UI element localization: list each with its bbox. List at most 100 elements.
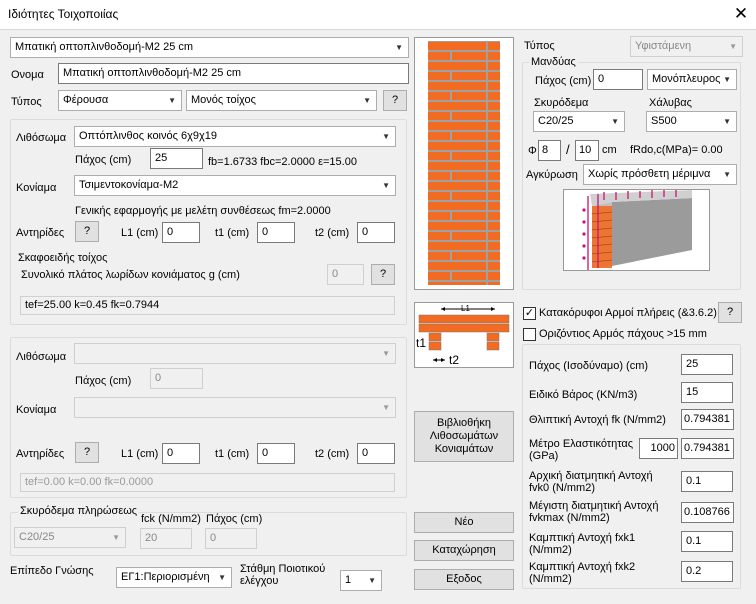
chevron-down-icon: ▼ <box>218 573 226 582</box>
fk-label: Θλιπτική Αντοχή fk (N/mm2) <box>529 414 666 426</box>
existing-type-select[interactable]: Υφιστάμενη ▼ <box>630 36 743 57</box>
window-title: Ιδιότητες Τοιχοποιίας <box>8 7 119 21</box>
t1-2-input[interactable]: 0 <box>257 443 295 464</box>
vertical-joints-label: Κατακόρυφοι Αρμοί πλήρεις (&3.6.2) <box>539 307 717 319</box>
right-type-label: Τύπος <box>524 40 555 52</box>
infill-thickness-input[interactable]: 0 <box>205 528 257 549</box>
chevron-down-icon: ▼ <box>382 181 390 190</box>
save-button[interactable]: Καταχώρηση <box>414 540 514 561</box>
t2-label: t2 (cm) <box>315 227 350 239</box>
t1-label: t1 (cm) <box>215 227 250 239</box>
slash: / <box>566 142 570 157</box>
l1-2-input[interactable]: 0 <box>162 443 200 464</box>
t1-input[interactable]: 0 <box>257 222 295 243</box>
chevron-down-icon: ▼ <box>363 96 371 105</box>
fxk2-input[interactable]: 0.2 <box>681 561 733 582</box>
exit-button[interactable]: Εξοδος <box>414 569 514 590</box>
mortar-select[interactable]: Τσιμεντοκονίαμα-Μ2 ▼ <box>74 175 396 196</box>
unit-weight-input[interactable]: 15 <box>681 382 733 403</box>
jacket-steel-label: Χάλυβας <box>649 97 692 109</box>
t2-input[interactable]: 0 <box>357 222 395 243</box>
unit-weight-label: Ειδικό Βάρος (KN/m3) <box>529 389 638 401</box>
cavity-help-button[interactable]: ? <box>371 264 395 285</box>
fck-input[interactable]: 20 <box>140 528 192 549</box>
jacket-concrete-select[interactable]: C20/25 ▼ <box>533 111 625 132</box>
wall-select[interactable]: Μονός τοίχος ▼ <box>186 90 377 111</box>
layer2-result: tef=0.00 k=0.00 fk=0.0000 <box>20 473 395 492</box>
jacket-image <box>563 189 710 271</box>
type-label: Τύπος <box>11 96 42 108</box>
chevron-down-icon: ▼ <box>382 403 390 412</box>
chevron-down-icon: ▼ <box>611 117 619 126</box>
mortar-label: Κονίαμα <box>16 182 57 194</box>
eq-thickness-input[interactable]: 25 <box>681 354 733 375</box>
bar-spacing-input[interactable]: 10 <box>575 140 599 161</box>
fxk1-input[interactable]: 0.1 <box>681 531 733 552</box>
t2-2-input[interactable]: 0 <box>357 443 395 464</box>
type-help-button[interactable]: ? <box>383 90 407 111</box>
knowledge-level-select[interactable]: ΕΓ1:Περιορισμένη ▼ <box>116 567 232 588</box>
jacket-thickness-input[interactable]: 0 <box>593 69 643 90</box>
frdo-value: fRdo,c(MPa)= 0.00 <box>630 144 723 156</box>
chevron-down-icon: ▼ <box>395 43 403 52</box>
close-button[interactable]: ✕ <box>731 3 751 25</box>
elastic-modulus-label: Μέτρο Ελαστικότητας (GPa) <box>529 438 634 462</box>
l1-input[interactable]: 0 <box>162 222 200 243</box>
preset-select[interactable]: Μπατική οπτοπλινθοδομή-Μ2 25 cm ▼ <box>10 37 409 58</box>
fxk1-label: Καμπτική Αντοχή fxk1 (N/mm2) <box>529 532 636 556</box>
unit2-select[interactable]: ▼ <box>74 343 396 364</box>
fck-label: fck (N/mm2) <box>141 513 201 525</box>
joints-help-button[interactable]: ? <box>718 302 742 323</box>
t1-2-label: t1 (cm) <box>215 448 250 460</box>
t2-diagram-label: t2 <box>449 353 460 367</box>
l1-diagram-label: L1 <box>461 304 470 313</box>
jacket-side-select[interactable]: Μονόπλευρος ▼ <box>647 69 737 90</box>
buttress2-help-button[interactable]: ? <box>75 442 99 463</box>
l1-label: L1 (cm) <box>121 227 159 239</box>
unit2-label: Λιθόσωμα <box>16 351 67 363</box>
mortar-note: Γενικής εφαρμογής με μελέτη συνθέσεως fm… <box>75 205 331 217</box>
fxk2-label: Καμπτική Αντοχή fxk2 (N/mm2) <box>529 561 636 585</box>
fk-input[interactable]: 0.794381 <box>681 409 734 430</box>
t2-2-label: t2 (cm) <box>315 448 350 460</box>
new-button[interactable]: Νέο <box>414 512 514 533</box>
jacket-label: Μανδύας <box>529 55 578 69</box>
quality-level-label: Στάθμη Ποιοτικού ελέγχου <box>240 563 326 587</box>
buttress-help-button[interactable]: ? <box>75 221 99 242</box>
cavity-text: Συνολικό πλάτος λωρίδων κονιάματος g (cm… <box>21 269 240 281</box>
cavity-input[interactable]: 0 <box>327 264 364 285</box>
name-input[interactable]: Μπατική οπτοπλινθοδομή-Μ2 25 cm <box>58 63 409 84</box>
eq-thickness-label: Πάχος (Ισοδύναμο) (cm) <box>529 360 649 372</box>
unit-select[interactable]: Οπτόπλινθος κοινός 6χ9χ19 ▼ <box>74 126 396 147</box>
chevron-down-icon: ▼ <box>382 349 390 358</box>
elastic-factor-input[interactable]: 1000 <box>639 438 678 459</box>
fvk0-label: Αρχική διατμητική Αντοχή fvk0 (N/mm2) <box>529 470 653 494</box>
chevron-down-icon: ▼ <box>723 75 731 84</box>
vertical-joints-checkbox[interactable]: ✓ <box>523 307 536 320</box>
jacket-steel-select[interactable]: S500 ▼ <box>646 111 737 132</box>
bar-diameter-input[interactable]: 8 <box>538 140 561 161</box>
library-button[interactable]: Βιβλιοθήκη Λιθοσωμάτων Κονιαμάτων <box>414 411 514 462</box>
layer1-group <box>10 119 407 325</box>
thickness-input[interactable]: 25 <box>150 148 203 169</box>
elastic-modulus-input[interactable]: 0.794381 <box>681 438 734 459</box>
anchorage-label: Αγκύρωση <box>526 169 578 181</box>
infill-concrete-select[interactable]: C20/25 ▼ <box>14 527 126 548</box>
thickness2-input[interactable]: 0 <box>150 368 203 389</box>
wall-elevation-image <box>414 37 514 290</box>
mortar2-label: Κονίαμα <box>16 404 57 416</box>
phi-label: Φ <box>528 145 537 157</box>
horizontal-joint-checkbox[interactable] <box>523 328 536 341</box>
fvk0-input[interactable]: 0.1 <box>681 471 733 492</box>
quality-level-select[interactable]: 1 ▼ <box>340 570 382 591</box>
cavity-wall-label: Σκαφοειδής τοίχος <box>18 252 108 264</box>
horizontal-joint-label: Οριζόντιος Αρμός πάχους >15 mm <box>539 328 707 340</box>
type-select[interactable]: Φέρουσα ▼ <box>58 90 182 111</box>
t1-diagram-label: t1 <box>416 336 427 350</box>
mortar2-select[interactable]: ▼ <box>74 397 396 418</box>
infill-thickness-label: Πάχος (cm) <box>206 513 263 525</box>
fvkmax-input[interactable]: 0.108766 <box>681 502 734 523</box>
chevron-down-icon: ▼ <box>729 42 737 51</box>
jacket-concrete-label: Σκυρόδεμα <box>534 97 589 109</box>
anchorage-select[interactable]: Χωρίς πρόσθετη μέριμνα ▼ <box>583 164 737 185</box>
